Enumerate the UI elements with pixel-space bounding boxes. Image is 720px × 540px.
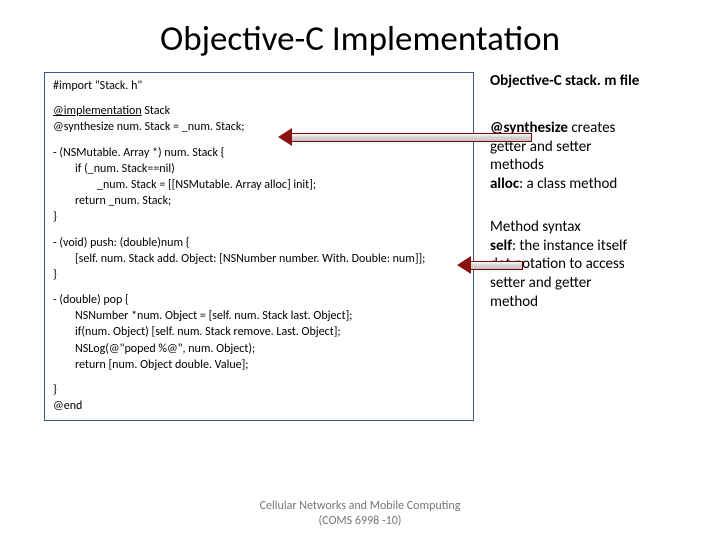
code-line: if (_num. Stack==nil) (53, 161, 465, 177)
footer-line: (COMS 6998 -10) (0, 514, 720, 528)
code-line: @end (53, 398, 465, 414)
code-line: [self. num. Stack add. Object: [NSNumber… (53, 251, 465, 267)
code-line: _num. Stack = [[NSMutable. Array alloc] … (53, 177, 465, 193)
code-line: return [num. Object double. Value]; (53, 357, 465, 373)
code-box: #import "Stack. h" @implementation Stack… (44, 72, 474, 421)
code-line: - (NSMutable. Array *) num. Stack { (53, 145, 465, 161)
code-line: } (53, 382, 465, 398)
content-row: #import "Stack. h" @implementation Stack… (0, 72, 720, 421)
note-filename: Objective-C stack. m file (490, 72, 682, 91)
code-line: #import "Stack. h" (53, 78, 465, 94)
code-line: } (53, 267, 465, 283)
code-line: - (double) pop { (53, 292, 465, 308)
slide-title: Objective-C Implementation (0, 0, 720, 72)
code-line: @implementation Stack (53, 103, 465, 119)
code-line: if(num. Object) [self. num. Stack remove… (53, 324, 465, 340)
sidebar-notes: Objective-C stack. m file @synthesize cr… (474, 72, 682, 421)
code-line: NSLog(@"poped %@", num. Object); (53, 341, 465, 357)
footer-line: Cellular Networks and Mobile Computing (0, 499, 720, 513)
code-line: } (53, 209, 465, 225)
arrow-icon (278, 130, 532, 144)
code-line: NSNumber *num. Object = [self. num. Stac… (53, 308, 465, 324)
code-line: return _num. Stack; (53, 193, 465, 209)
code-line: - (void) push: (double)num { (53, 235, 465, 251)
footer: Cellular Networks and Mobile Computing (… (0, 499, 720, 528)
arrow-icon (457, 258, 523, 272)
